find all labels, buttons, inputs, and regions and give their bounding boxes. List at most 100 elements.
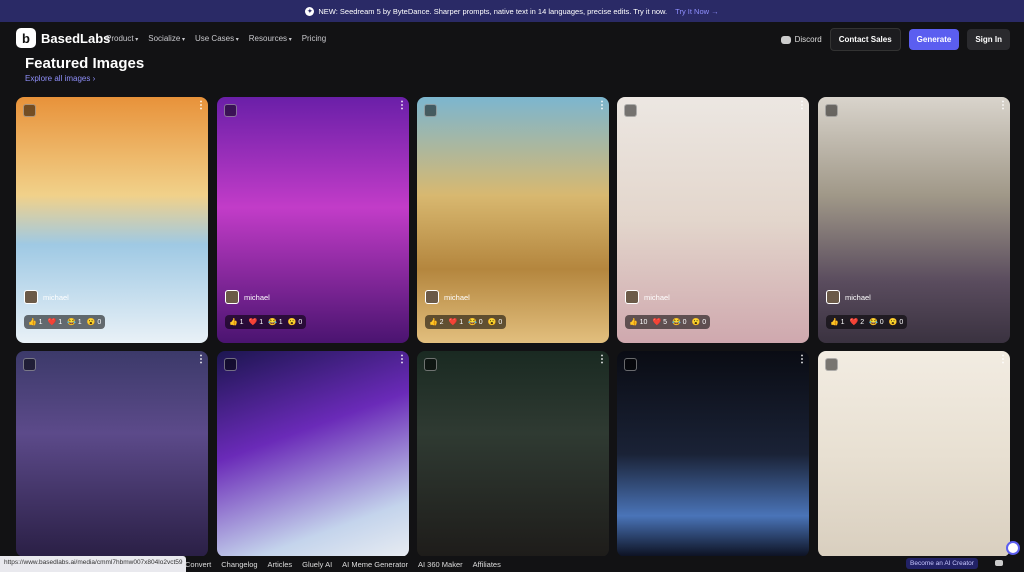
card-user[interactable]: michael [625,290,670,304]
brand-logo[interactable]: b BasedLabs [16,28,110,48]
more-options-icon[interactable]: ⋮ [597,101,607,116]
image-card[interactable]: ⋮ michael 👍 1 ❤️ 1 😂 1 😮 0 [16,97,208,343]
save-icon[interactable] [424,358,437,371]
image-card[interactable]: ⋮ michael 👍 1 ❤️ 1 😂 1 😮 0 [217,97,409,343]
explore-all-link[interactable]: Explore all images › [25,74,95,83]
save-icon[interactable] [825,104,838,117]
image-card[interactable]: ⋮ [16,351,208,557]
contact-sales-button[interactable]: Contact Sales [829,28,901,51]
save-icon[interactable] [424,104,437,117]
save-icon[interactable] [23,104,36,117]
image-card[interactable]: ⋮ [818,351,1010,557]
more-options-icon[interactable]: ⋮ [998,355,1008,370]
generate-button[interactable]: Generate [908,29,960,50]
wow-count[interactable]: 😮 0 [488,318,503,326]
like-count[interactable]: 👍 1 [830,318,845,326]
wow-count[interactable]: 😮 0 [288,318,303,326]
sparkle-icon: ✦ [305,6,315,16]
avatar [826,290,840,304]
nav-use-cases[interactable]: Use Cases [195,34,239,43]
wow-count[interactable]: 😮 0 [692,318,707,326]
card-user[interactable]: michael [225,290,270,304]
save-icon[interactable] [624,358,637,371]
footer-link[interactable]: Articles [268,560,293,569]
laugh-count[interactable]: 😂 0 [468,318,483,326]
wow-count[interactable]: 😮 0 [889,318,904,326]
nav-pricing[interactable]: Pricing [302,34,326,43]
love-count[interactable]: ❤️ 1 [249,318,264,326]
more-options-icon[interactable]: ⋮ [397,101,407,116]
discord-icon [780,35,791,44]
save-icon[interactable] [224,104,237,117]
image-card[interactable]: ⋮ [417,351,609,557]
username: michael [845,292,871,302]
avatar [225,290,239,304]
become-creator-button[interactable]: Become an AI Creator [906,558,978,569]
more-options-icon[interactable]: ⋮ [196,101,206,116]
try-it-now-link[interactable]: Try It Now → [675,7,718,16]
announcement-bar[interactable]: ✦ NEW: Seedream 5 by ByteDance. Sharper … [0,0,1024,22]
brand-name: BasedLabs [41,30,111,46]
save-icon[interactable] [624,104,637,117]
username: michael [444,292,470,302]
nav-resources[interactable]: Resources [249,34,292,43]
chat-widget-icon[interactable] [1006,541,1020,555]
footer-link[interactable]: Gluely AI [302,560,332,569]
reactions-bar: 👍 1 ❤️ 1 😂 1 😮 0 [24,315,106,329]
like-count[interactable]: 👍 10 [629,318,647,326]
love-count[interactable]: ❤️ 5 [652,318,667,326]
discord-label: Discord [794,35,822,44]
footer-link[interactable]: AI 360 Maker [418,560,463,569]
nav-socialize[interactable]: Socialize [148,34,185,43]
more-options-icon[interactable]: ⋮ [597,355,607,370]
card-user[interactable]: michael [425,290,470,304]
footer-links: Convert Changelog Articles Gluely AI AI … [185,560,501,569]
image-card[interactable]: ⋮ michael 👍 1 ❤️ 2 😂 0 😮 0 [818,97,1010,343]
save-icon[interactable] [825,358,838,371]
wow-count[interactable]: 😮 0 [87,318,102,326]
like-count[interactable]: 👍 2 [429,318,444,326]
save-icon[interactable] [224,358,237,371]
footer-link[interactable]: Changelog [221,560,257,569]
footer-link[interactable]: Affiliates [473,560,501,569]
section-title: Featured Images [25,55,145,72]
discord-icon[interactable] [995,560,1003,566]
card-user[interactable]: michael [826,290,871,304]
laugh-count[interactable]: 😂 1 [67,318,82,326]
image-card[interactable]: ⋮ michael 👍 2 ❤️ 1 😂 0 😮 0 [417,97,609,343]
nav-actions: Discord Contact Sales Generate Sign In [780,28,1010,51]
more-options-icon[interactable]: ⋮ [397,355,407,370]
image-card[interactable]: ⋮ [217,351,409,557]
sign-in-button[interactable]: Sign In [967,29,1010,50]
footer-link[interactable]: AI Meme Generator [342,560,408,569]
laugh-count[interactable]: 😂 0 [672,318,687,326]
love-count[interactable]: ❤️ 1 [449,318,464,326]
top-navbar: b BasedLabs Product Socialize Use Cases … [0,22,1024,56]
like-count[interactable]: 👍 1 [229,318,244,326]
status-url: https://www.basedlabs.ai/media/cmml7hbmw… [0,556,187,572]
image-card[interactable]: ⋮ [617,351,809,557]
image-card[interactable]: ⋮ michael 👍 10 ❤️ 5 😂 0 😮 0 [617,97,809,343]
save-icon[interactable] [23,358,36,371]
discord-link[interactable]: Discord [780,35,822,44]
username: michael [244,292,270,302]
more-options-icon[interactable]: ⋮ [196,355,206,370]
love-count[interactable]: ❤️ 2 [850,318,865,326]
reactions-bar: 👍 1 ❤️ 1 😂 1 😮 0 [225,315,307,329]
avatar [24,290,38,304]
nav-links: Product Socialize Use Cases Resources Pr… [106,34,326,43]
nav-product[interactable]: Product [106,34,138,43]
love-count[interactable]: ❤️ 1 [48,318,63,326]
more-options-icon[interactable]: ⋮ [998,101,1008,116]
logo-icon: b [16,28,36,48]
username: michael [43,292,69,302]
card-user[interactable]: michael [24,290,69,304]
laugh-count[interactable]: 😂 1 [268,318,283,326]
footer-link[interactable]: Convert [185,560,211,569]
like-count[interactable]: 👍 1 [28,318,43,326]
reactions-bar: 👍 2 ❤️ 1 😂 0 😮 0 [425,315,507,329]
more-options-icon[interactable]: ⋮ [797,355,807,370]
more-options-icon[interactable]: ⋮ [797,101,807,116]
laugh-count[interactable]: 😂 0 [869,318,884,326]
announcement-text: NEW: Seedream 5 by ByteDance. Sharper pr… [318,6,668,16]
